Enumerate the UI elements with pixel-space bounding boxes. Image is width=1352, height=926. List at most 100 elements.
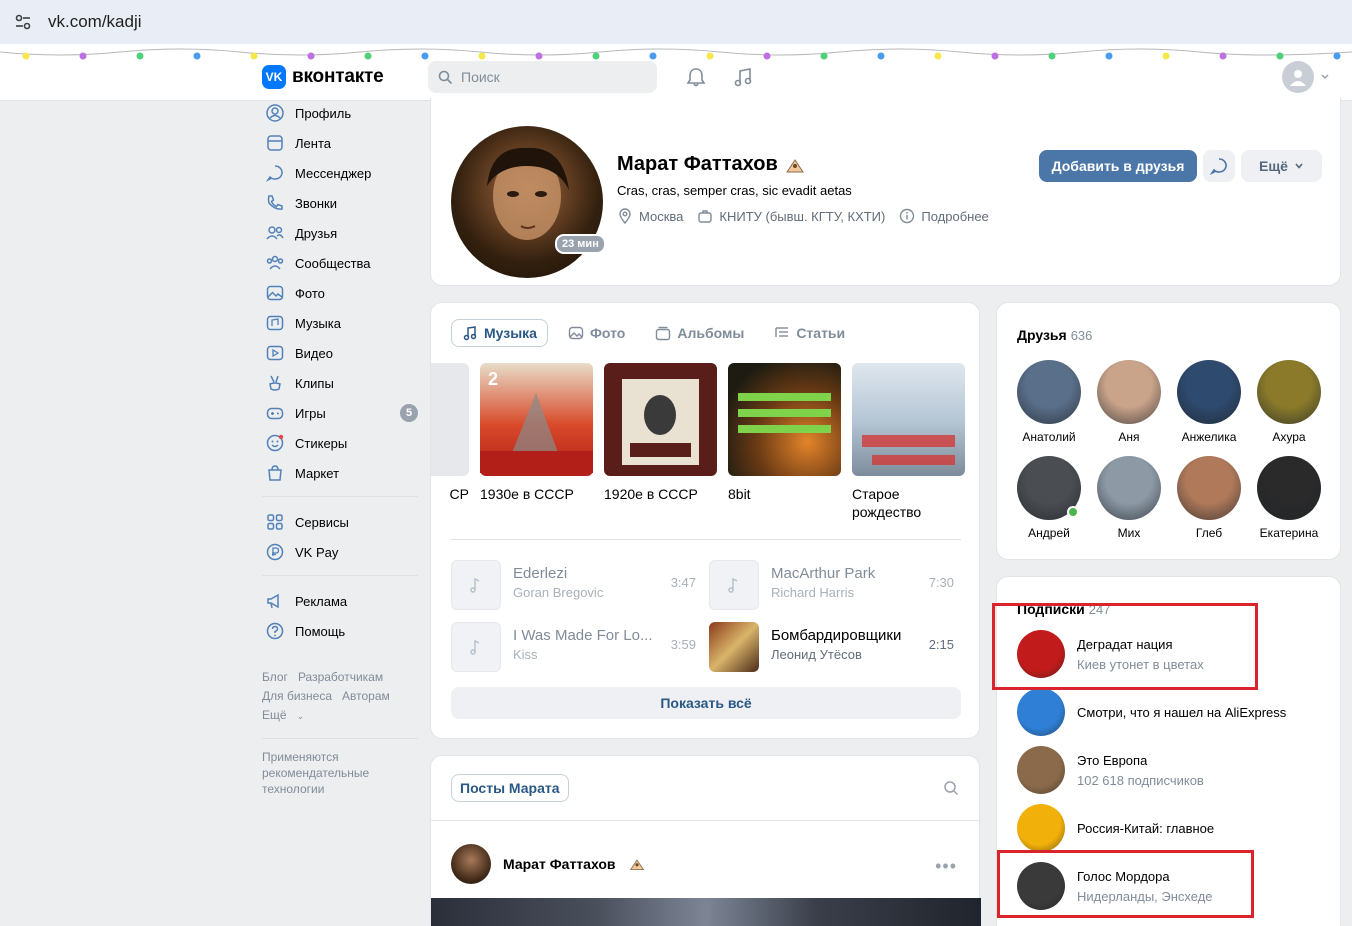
emoji-status-icon[interactable] xyxy=(784,155,806,175)
friend-item[interactable]: Глеб xyxy=(1169,456,1249,540)
sidebar-item-market[interactable]: Маркет xyxy=(262,458,422,488)
subscription-item[interactable]: Россия-Китай: главное xyxy=(1017,804,1214,852)
friend-item[interactable]: Мих xyxy=(1089,456,1169,540)
friend-item[interactable]: Аня xyxy=(1089,360,1169,444)
sidebar-item-phone[interactable]: Звонки xyxy=(262,188,422,218)
tab-albums[interactable]: Альбомы xyxy=(645,319,754,347)
sidebar-item-news[interactable]: Лента xyxy=(262,128,422,158)
track-artist[interactable]: Goran Bregovic xyxy=(513,585,603,600)
site-settings-icon[interactable] xyxy=(14,13,32,31)
album-title: 1920е в СССР xyxy=(604,486,698,502)
album-item[interactable]: 8bit xyxy=(728,363,841,503)
album-title: СР xyxy=(449,486,469,502)
vk-logo[interactable]: VK вконтакте xyxy=(262,65,384,89)
album-item[interactable]: 2 1930е в СССР xyxy=(480,363,593,503)
track-row[interactable]: MacArthur Park Richard Harris 7:30 xyxy=(709,560,954,610)
notification-badge: 5 xyxy=(400,404,418,422)
garland-bulb xyxy=(1105,52,1113,60)
post-image[interactable] xyxy=(431,898,981,926)
sidebar-item-label: Музыка xyxy=(295,315,341,331)
friends-title[interactable]: Друзья 636 xyxy=(1017,327,1092,343)
friend-item[interactable]: Андрей xyxy=(1009,456,1089,540)
show-all-button[interactable]: Показать всё xyxy=(451,687,961,719)
add-friend-button[interactable]: Добавить в друзья xyxy=(1039,150,1197,182)
message-button[interactable] xyxy=(1203,150,1235,182)
market-icon xyxy=(268,465,282,481)
track-duration: 3:59 xyxy=(670,637,696,652)
tab-music[interactable]: Музыка xyxy=(451,319,548,347)
sidebar-item-photo[interactable]: Фото xyxy=(262,278,422,308)
tab-photo[interactable]: Фото xyxy=(558,319,635,347)
avatar xyxy=(1017,688,1065,736)
footer-link-business[interactable]: Для бизнеса xyxy=(262,689,332,703)
friend-item[interactable]: Анжелика xyxy=(1169,360,1249,444)
url-text[interactable]: vk.com/kadji xyxy=(48,12,142,32)
sidebar-item-stickers[interactable]: Стикеры xyxy=(262,428,422,458)
highlight-box xyxy=(997,850,1254,918)
subscription-item[interactable]: Это Европа 102 618 подписчиков xyxy=(1017,746,1204,794)
album-item[interactable]: Старое рождество xyxy=(852,363,965,521)
track-row[interactable]: Ederlezi Goran Bregovic 3:47 xyxy=(451,560,696,610)
track-artist[interactable]: Kiss xyxy=(513,647,538,662)
photo-icon xyxy=(266,285,284,301)
sidebar-item-help[interactable]: Помощь xyxy=(262,616,422,646)
sidebar-item-profile[interactable]: Профиль xyxy=(262,98,422,128)
sidebar-item-label: Реклама xyxy=(295,593,348,609)
profile-city[interactable]: Москва xyxy=(617,208,683,224)
sidebar-item-communities[interactable]: Сообщества xyxy=(262,248,422,278)
avatar xyxy=(1017,804,1065,852)
garland-bulb xyxy=(877,52,885,60)
friend-name: Анатолий xyxy=(1022,430,1076,444)
search-input[interactable]: Поиск xyxy=(428,61,657,93)
sidebar-item-vkpay[interactable]: VK Pay xyxy=(262,537,422,567)
tab-music-label: Музыка xyxy=(484,325,537,341)
avatar xyxy=(1017,746,1065,794)
bell-icon[interactable] xyxy=(685,66,707,88)
search-icon[interactable] xyxy=(943,780,959,796)
track-artist[interactable]: Richard Harris xyxy=(771,585,854,600)
sidebar-item-messenger[interactable]: Мессенджер xyxy=(262,158,422,188)
messenger-icon xyxy=(265,165,283,182)
sidebar-item-label: Звонки xyxy=(295,195,337,211)
album-item[interactable]: 1920е в СССР xyxy=(604,363,717,503)
account-menu-button[interactable] xyxy=(1282,61,1332,93)
friend-name: Глеб xyxy=(1195,526,1223,540)
sidebar-item-friends[interactable]: Друзья xyxy=(262,218,422,248)
footer-link-developers[interactable]: Разработчикам xyxy=(298,670,383,684)
garland-bulb xyxy=(250,52,258,60)
tab-posts[interactable]: Посты Марата xyxy=(451,774,569,802)
post-menu-icon[interactable]: ••• xyxy=(935,856,957,877)
recommendation-notice[interactable]: Применяются рекомендательные технологии xyxy=(262,749,382,797)
avatar xyxy=(1097,456,1161,520)
sidebar-item-games[interactable]: Игры 5 xyxy=(262,398,422,428)
subscription-name: Смотри, что я нашел на AliExpress xyxy=(1077,704,1287,720)
track-row[interactable]: I Was Made For Lo... Kiss 3:59 xyxy=(451,622,696,672)
profile-city-text: Москва xyxy=(639,208,684,224)
friend-item[interactable]: Анатолий xyxy=(1009,360,1089,444)
album-item[interactable]: СР xyxy=(431,363,469,503)
sidebar-item-clips[interactable]: Клипы xyxy=(262,368,422,398)
subscription-item[interactable]: Смотри, что я нашел на AliExpress xyxy=(1017,688,1286,736)
profile-avatar[interactable] xyxy=(451,126,603,278)
track-artist[interactable]: Леонид Утёсов xyxy=(771,647,862,662)
sidebar-item-video[interactable]: Видео xyxy=(262,338,422,368)
track-duration: 3:47 xyxy=(670,575,696,590)
music-note-icon[interactable] xyxy=(732,66,754,88)
track-title: Бомбардировщики xyxy=(771,627,902,644)
track-row[interactable]: Бомбардировщики Леонид Утёсов 2:15 xyxy=(709,622,954,672)
profile-details-link[interactable]: Подробнее xyxy=(899,208,989,224)
tab-articles[interactable]: Статьи xyxy=(764,319,855,347)
more-actions-button[interactable]: Ещё xyxy=(1241,150,1322,182)
post-author[interactable]: Марат Фаттахов xyxy=(451,844,646,884)
friend-item[interactable]: Екатерина xyxy=(1249,456,1329,540)
sidebar-item-services[interactable]: Сервисы xyxy=(262,507,422,537)
sidebar-item-music[interactable]: Музыка xyxy=(262,308,422,338)
footer-link-blog[interactable]: Блог xyxy=(262,670,288,684)
albums-icon xyxy=(656,326,671,341)
profile-university[interactable]: КНИТУ (бывш. КГТУ, КХТИ) xyxy=(697,208,885,224)
photo-icon xyxy=(568,326,584,340)
footer-link-more[interactable]: Ещё xyxy=(262,708,287,722)
friend-item[interactable]: Ахура xyxy=(1249,360,1329,444)
footer-link-authors[interactable]: Авторам xyxy=(342,689,390,703)
sidebar-item-ads[interactable]: Реклама xyxy=(262,586,422,616)
